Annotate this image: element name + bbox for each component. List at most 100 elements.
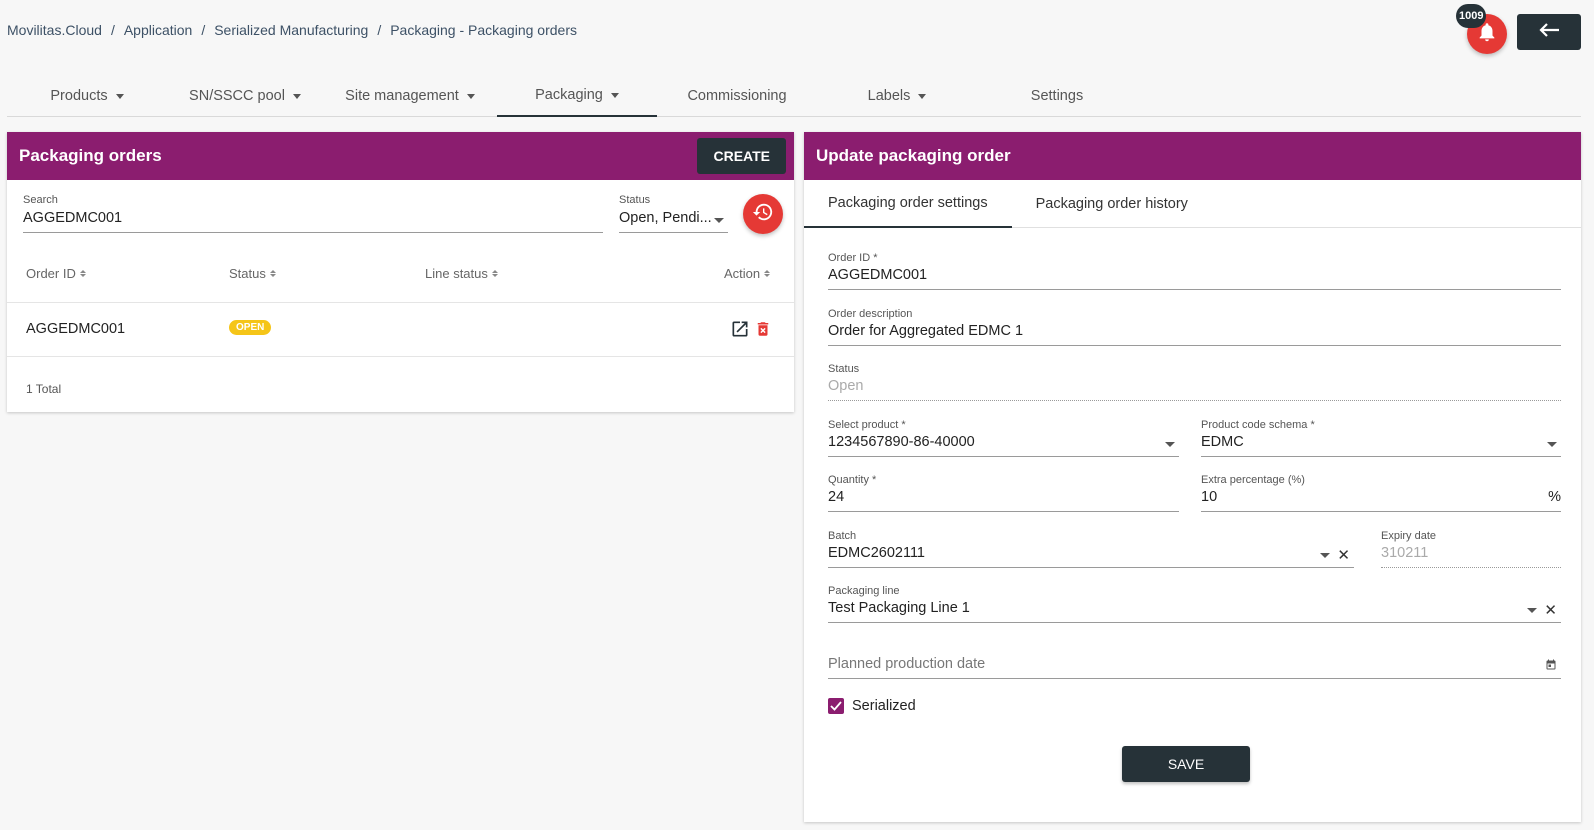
breadcrumb-separator: / bbox=[110, 22, 115, 38]
chevron-down-icon bbox=[610, 93, 619, 98]
chevron-down-icon bbox=[1165, 442, 1175, 447]
column-header-line-status[interactable]: Line status bbox=[425, 266, 498, 281]
product-code-schema-field[interactable]: Product code schema * EDMC bbox=[1201, 419, 1561, 459]
field-underline bbox=[1381, 567, 1561, 568]
main-nav-tabs: Products SN/SSCC pool Site management Pa… bbox=[7, 74, 1581, 117]
tab-sn-sscc-pool[interactable]: SN/SSCC pool bbox=[167, 74, 323, 117]
search-underline bbox=[23, 232, 603, 233]
breadcrumb-item[interactable]: Movilitas.Cloud bbox=[7, 22, 102, 38]
tab-label: Settings bbox=[1030, 87, 1084, 104]
tab-settings[interactable]: Settings bbox=[977, 74, 1137, 117]
status-field: Status Open bbox=[828, 363, 1561, 403]
notification-count-badge: 1009 bbox=[1456, 4, 1487, 28]
create-button[interactable]: CREATE bbox=[697, 138, 786, 174]
status-badge: OPEN bbox=[229, 320, 272, 335]
select-product-value: 1234567890-86-40000 bbox=[828, 434, 975, 450]
tab-label: Site management bbox=[345, 87, 459, 104]
field-underline bbox=[1201, 456, 1561, 457]
order-tabs: Packaging order settings Packaging order… bbox=[804, 180, 1581, 228]
select-product-label: Select product * bbox=[828, 419, 906, 431]
product-code-schema-label: Product code schema * bbox=[1201, 419, 1315, 431]
table-divider bbox=[7, 356, 794, 357]
status-label: Status bbox=[828, 363, 860, 375]
clear-icon[interactable]: ✕ bbox=[1544, 601, 1557, 619]
product-code-schema-value: EDMC bbox=[1201, 434, 1244, 450]
packaging-orders-panel: Packaging orders CREATE Search AGGEDMC00… bbox=[7, 132, 794, 412]
status-filter-select[interactable]: Status Open, Pendi... bbox=[619, 194, 728, 234]
column-header-label: Status bbox=[229, 266, 266, 281]
tab-packaging-order-settings[interactable]: Packaging order settings bbox=[804, 180, 1012, 228]
checkbox-checked-icon bbox=[828, 698, 844, 714]
reset-filters-button[interactable] bbox=[743, 194, 783, 234]
table-row[interactable]: AGGEDMC001 OPEN bbox=[7, 303, 794, 356]
order-description-input[interactable]: Order for Aggregated EDMC 1 bbox=[828, 323, 1023, 339]
breadcrumb-item[interactable]: Serialized Manufacturing bbox=[214, 22, 368, 38]
back-button[interactable] bbox=[1517, 14, 1581, 50]
column-header-action[interactable]: Action bbox=[724, 266, 771, 281]
packaging-line-label: Packaging line bbox=[828, 585, 900, 597]
calendar-icon[interactable] bbox=[1545, 658, 1557, 676]
order-id-label: Order ID * bbox=[828, 252, 878, 264]
tab-packaging[interactable]: Packaging bbox=[497, 74, 657, 117]
serialized-label: Serialized bbox=[852, 698, 916, 714]
row-order-id: AGGEDMC001 bbox=[26, 321, 126, 337]
panel-title: Packaging orders bbox=[19, 146, 162, 165]
select-product-field[interactable]: Select product * 1234567890-86-40000 bbox=[828, 419, 1179, 459]
tab-products[interactable]: Products bbox=[7, 74, 167, 117]
status-filter-value: Open, Pendi... bbox=[619, 210, 712, 226]
extra-percentage-field[interactable]: Extra percentage (%) 10 % bbox=[1201, 474, 1561, 514]
status-value: Open bbox=[828, 378, 864, 394]
panel-header: Packaging orders CREATE bbox=[7, 132, 794, 180]
breadcrumb-item-current: Packaging - Packaging orders bbox=[390, 22, 577, 38]
order-id-input[interactable]: AGGEDMC001 bbox=[828, 267, 927, 283]
sort-icon bbox=[764, 270, 771, 277]
chevron-down-icon bbox=[1320, 553, 1330, 558]
batch-label: Batch bbox=[828, 530, 857, 542]
column-header-label: Action bbox=[724, 266, 761, 281]
save-button[interactable]: SAVE bbox=[1122, 746, 1250, 782]
table-total: 1 Total bbox=[26, 382, 62, 396]
planned-production-date-input[interactable]: Planned production date bbox=[828, 656, 985, 672]
clear-icon[interactable]: ✕ bbox=[1337, 546, 1350, 564]
tab-packaging-order-history[interactable]: Packaging order history bbox=[1012, 180, 1212, 228]
tab-commissioning[interactable]: Commissioning bbox=[657, 74, 817, 117]
order-description-field[interactable]: Order description Order for Aggregated E… bbox=[828, 308, 1561, 348]
column-header-status[interactable]: Status bbox=[229, 266, 276, 281]
breadcrumb-separator: / bbox=[377, 22, 382, 38]
order-description-label: Order description bbox=[828, 308, 913, 320]
packaging-line-value: Test Packaging Line 1 bbox=[828, 600, 970, 616]
tab-labels[interactable]: Labels bbox=[817, 74, 977, 117]
tab-label: SN/SSCC pool bbox=[189, 87, 285, 104]
tab-site-management[interactable]: Site management bbox=[323, 74, 497, 117]
delete-icon[interactable] bbox=[754, 319, 772, 344]
field-underline bbox=[828, 456, 1179, 457]
update-packaging-order-panel: Update packaging order Packaging order s… bbox=[804, 132, 1581, 822]
field-underline bbox=[1201, 511, 1561, 512]
chevron-down-icon bbox=[1547, 442, 1557, 447]
percent-suffix: % bbox=[1548, 489, 1561, 505]
chevron-down-icon bbox=[714, 218, 724, 223]
field-underline bbox=[828, 567, 1354, 568]
search-field[interactable]: Search AGGEDMC001 bbox=[23, 194, 603, 234]
breadcrumb-separator: / bbox=[201, 22, 206, 38]
serialized-checkbox[interactable]: Serialized bbox=[828, 698, 916, 714]
batch-field[interactable]: Batch EDMC2602111 ✕ bbox=[828, 530, 1354, 570]
breadcrumb: Movilitas.Cloud / Application / Serializ… bbox=[7, 22, 577, 38]
breadcrumb-item[interactable]: Application bbox=[124, 22, 193, 38]
column-header-order-id[interactable]: Order ID bbox=[26, 266, 86, 281]
column-header-label: Line status bbox=[425, 266, 488, 281]
field-underline bbox=[828, 511, 1179, 512]
open-external-icon[interactable] bbox=[730, 319, 750, 344]
chevron-down-icon bbox=[292, 94, 301, 99]
search-input[interactable]: AGGEDMC001 bbox=[23, 210, 122, 226]
panel-header: Update packaging order bbox=[804, 132, 1581, 180]
packaging-line-field[interactable]: Packaging line Test Packaging Line 1 ✕ bbox=[828, 585, 1561, 625]
chevron-down-icon bbox=[466, 94, 475, 99]
quantity-field[interactable]: Quantity * 24 bbox=[828, 474, 1179, 514]
order-id-field[interactable]: Order ID * AGGEDMC001 bbox=[828, 252, 1561, 292]
extra-percentage-input[interactable]: 10 bbox=[1201, 489, 1217, 505]
planned-production-date-field[interactable]: Planned production date bbox=[828, 641, 1561, 681]
quantity-input[interactable]: 24 bbox=[828, 489, 844, 505]
field-underline bbox=[828, 678, 1561, 679]
field-underline bbox=[828, 345, 1561, 346]
